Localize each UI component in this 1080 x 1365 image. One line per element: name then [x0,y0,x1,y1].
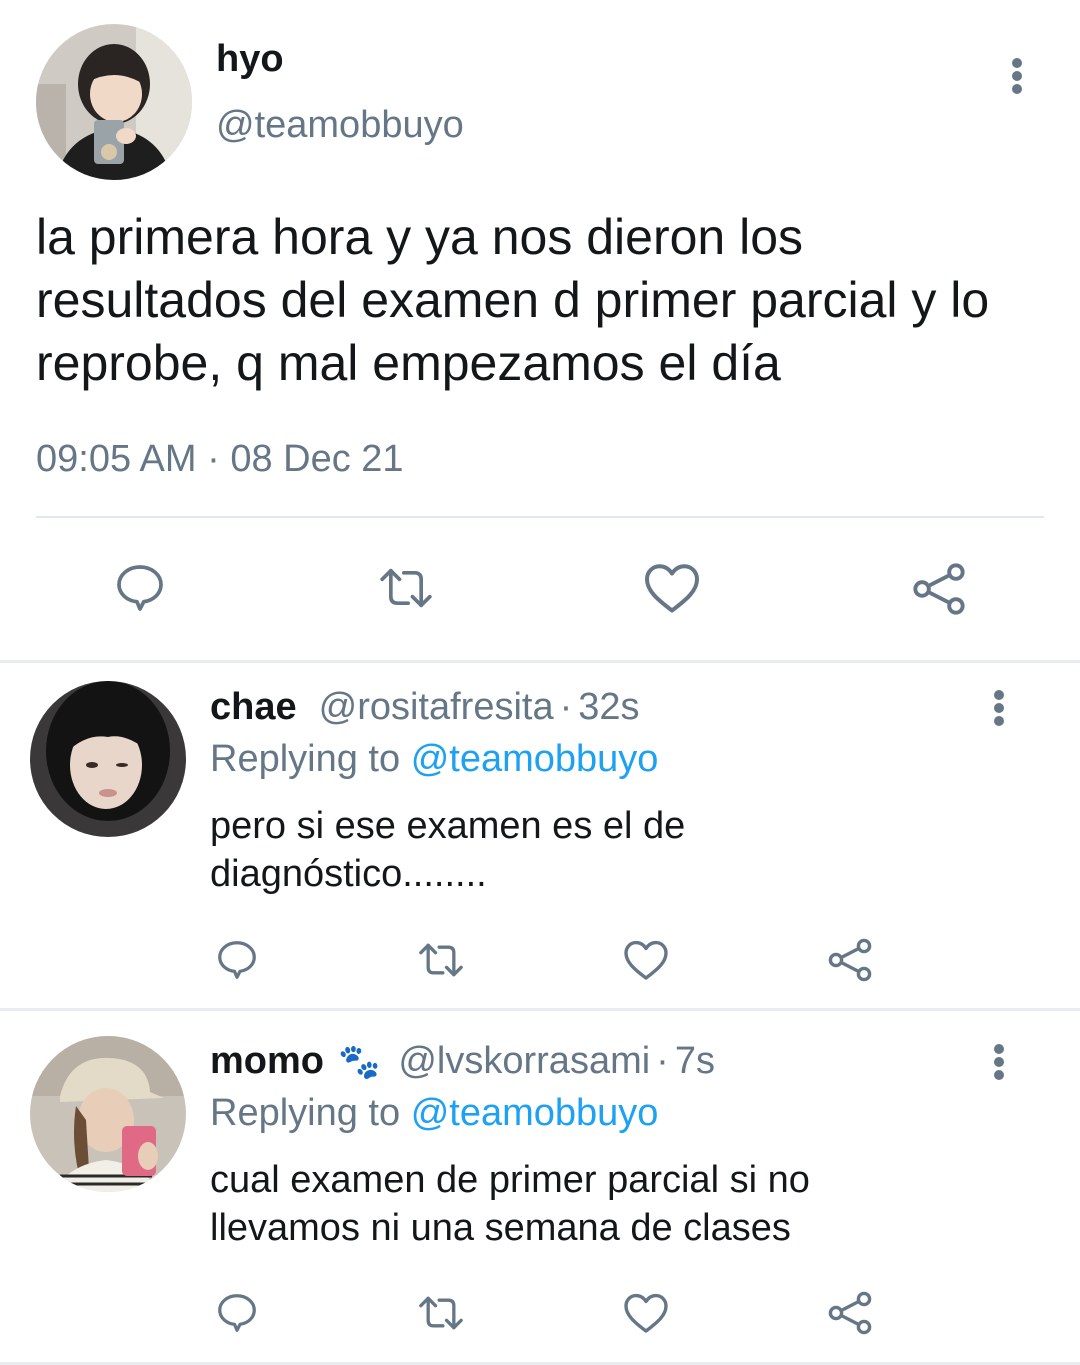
handle[interactable]: @rositafresita [319,686,554,729]
tweet-text: la primera hora y ya nos dieron los resu… [36,209,990,391]
reply-time: 32s [578,686,640,728]
divider [0,660,1080,663]
display-name[interactable]: hyo [216,38,284,81]
display-name[interactable]: momo [210,1040,324,1083]
reply-icon[interactable] [112,560,168,616]
display-name[interactable]: chae [210,686,297,729]
separator-dot: · [656,1040,669,1082]
main-tweet: hyo @teamobbuyo la primera hora y ya nos… [0,0,1080,662]
like-icon[interactable] [642,560,702,616]
replying-to: Replying to @teamobbuyo [210,1092,658,1135]
retweet-icon[interactable] [414,938,468,982]
share-icon[interactable] [910,560,968,618]
reply-icon[interactable] [214,937,260,983]
avatar[interactable] [30,1036,186,1192]
handle[interactable]: @teamobbuyo [216,104,464,147]
retweet-icon[interactable] [414,1291,468,1335]
more-options-icon[interactable] [984,1040,1014,1084]
handle[interactable]: @lvskorrasami [398,1040,650,1083]
tweet-timestamp: 09:05 AM · 08 Dec 21 [36,438,404,480]
share-icon[interactable] [826,936,874,984]
mention-link[interactable]: @teamobbuyo [411,738,659,780]
like-icon[interactable] [622,1290,670,1336]
mention-link[interactable]: @teamobbuyo [411,1092,659,1134]
paw-prints-icon: 🐾 [338,1043,381,1081]
more-options-icon[interactable] [984,686,1014,730]
more-options-icon[interactable] [1002,54,1032,98]
separator-dot: · [559,686,573,728]
replying-label: Replying to [210,738,401,780]
divider [0,1008,1080,1011]
reply-time: 7s [674,1040,715,1082]
retweet-icon[interactable] [374,562,438,614]
reply-text: pero si ese examen es el de diagnóstico.… [210,805,686,895]
divider [36,516,1044,518]
reply-text: cual examen de primer parcial si no llev… [210,1159,810,1249]
replying-label: Replying to [210,1092,401,1134]
avatar[interactable] [36,24,192,180]
reply-icon[interactable] [214,1290,260,1336]
avatar[interactable] [30,681,186,837]
like-icon[interactable] [622,937,670,983]
replying-to: Replying to @teamobbuyo [210,738,658,781]
share-icon[interactable] [826,1289,874,1337]
